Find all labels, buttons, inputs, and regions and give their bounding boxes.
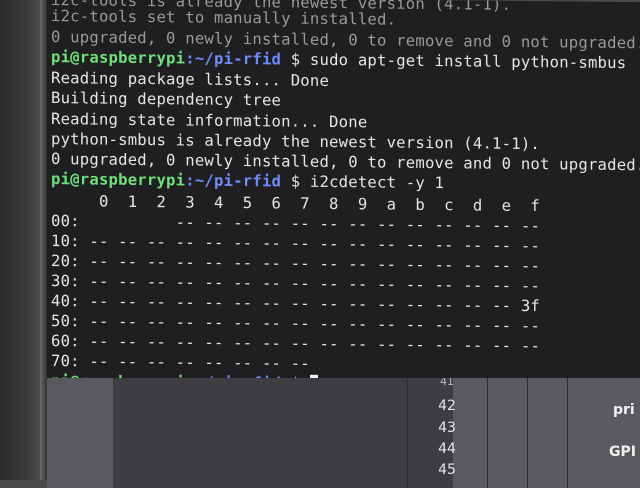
pin-number: 41: [440, 378, 454, 386]
command-text: i2cdetect -y 1: [309, 172, 445, 193]
background-window: 41 42 43 44 45 pri GPI: [47, 378, 640, 488]
terminal-output-line: i2c-tools set to manually installed.: [51, 7, 397, 29]
terminal-window[interactable]: i2c-tools is already the newest version …: [47, 0, 640, 385]
pin-number: 45: [438, 462, 456, 478]
side-label: pri: [613, 402, 635, 418]
grid-divider: [407, 378, 408, 488]
prompt-dollar: $: [281, 172, 310, 191]
side-label: GPI: [609, 444, 636, 460]
grid-divider: [567, 378, 568, 488]
prompt-path: :~/pi-rfid: [185, 171, 282, 191]
prompt-path: :~/pi-rfid: [185, 49, 282, 69]
pin-number: 44: [438, 441, 456, 457]
background-panel: [113, 378, 453, 488]
terminal-prompt-line: pi@raspberrypi:~/pi-rfid $ i2cdetect -y …: [51, 169, 444, 193]
terminal-output-line: Building dependency tree: [51, 89, 282, 110]
i2c-row: 70: -- -- -- -- -- -- -- --: [51, 352, 310, 373]
grid-divider: [487, 378, 488, 488]
prompt-dollar: $: [281, 50, 310, 69]
pin-number: 43: [438, 420, 456, 436]
command-text: sudo apt-get install python-smbus: [309, 50, 627, 73]
grid-divider: [527, 378, 528, 488]
pin-number: 42: [438, 398, 456, 414]
prompt-user: pi@raspberrypi: [51, 48, 186, 68]
prompt-user: pi@raspberrypi: [51, 170, 186, 190]
